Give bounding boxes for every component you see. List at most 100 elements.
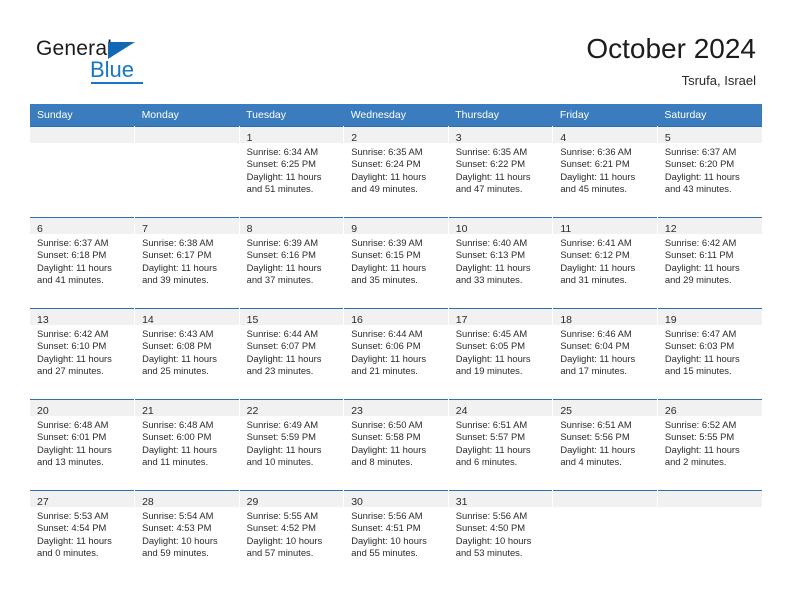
calendar-day-cell[interactable]: 21 Sunrise: 6:48 AM Sunset: 6:00 PM Dayligh… [134, 399, 240, 491]
day-details: Sunrise: 6:41 AM Sunset: 6:12 PM Daylight:… [553, 234, 657, 286]
calendar-day-cell[interactable]: 18 Sunrise: 6:46 AM Sunset: 6:04 PM Dayligh… [552, 308, 658, 400]
day-details: Sunrise: 6:35 AM Sunset: 6:24 PM Daylight:… [344, 143, 448, 195]
day-details: Sunrise: 6:47 AM Sunset: 6:03 PM Daylight:… [658, 325, 762, 377]
daylight-text-line1: Daylight: 11 hours [664, 261, 740, 273]
calendar-day-cell[interactable]: 4 Sunrise: 6:36 AM Sunset: 6:21 PM Daylight… [552, 126, 658, 218]
daylight-text-line2: and 23 minutes. [246, 364, 314, 376]
calendar-day-cell[interactable]: 23 Sunrise: 6:50 AM Sunset: 5:58 PM Dayligh… [343, 399, 449, 491]
sunrise-text: Sunrise: 6:37 AM [664, 146, 737, 157]
day-number-band: 1 [239, 127, 344, 144]
day-number-band: 4 [553, 127, 657, 144]
daylight-text-line1: Daylight: 11 hours [560, 443, 636, 455]
calendar-day-cell[interactable]: 16 Sunrise: 6:44 AM Sunset: 6:06 PM Dayligh… [343, 308, 449, 400]
daylight-text-line1: Daylight: 11 hours [351, 443, 427, 455]
calendar-day-cell[interactable]: 30 Sunrise: 5:56 AM Sunset: 4:51 PM Dayligh… [343, 490, 449, 581]
daylight-text-line2: and 37 minutes. [246, 273, 314, 285]
sunset-text: Sunset: 6:06 PM [351, 340, 421, 352]
calendar-day-cell-empty [552, 490, 658, 581]
calendar-day-cell[interactable]: 29 Sunrise: 5:55 AM Sunset: 4:52 PM Dayligh… [239, 490, 345, 581]
calendar-day-cell[interactable]: 9 Sunrise: 6:39 AM Sunset: 6:15 PM Daylight… [343, 217, 449, 309]
sunrise-text: Sunrise: 5:53 AM [37, 510, 109, 521]
daylight-text-line1: Daylight: 11 hours [246, 261, 322, 273]
weekday-header-saturday: Saturday [657, 104, 762, 127]
calendar-day-cell[interactable]: 13 Sunrise: 6:42 AM Sunset: 6:10 PM Dayligh… [30, 308, 136, 400]
sunrise-text: Sunrise: 6:42 AM [664, 237, 737, 248]
calendar-day-cell[interactable]: 8 Sunrise: 6:39 AM Sunset: 6:16 PM Daylight… [239, 217, 345, 309]
sunset-text: Sunset: 6:24 PM [351, 158, 421, 170]
calendar-day-cell[interactable]: 10 Sunrise: 6:40 AM Sunset: 6:13 PM Dayligh… [448, 217, 554, 309]
calendar-day-cell[interactable]: 22 Sunrise: 6:49 AM Sunset: 5:59 PM Dayligh… [239, 399, 345, 491]
sunset-text: Sunset: 6:01 PM [37, 431, 107, 443]
sunset-text: Sunset: 6:22 PM [455, 158, 526, 170]
day-number: 29 [246, 496, 259, 508]
calendar-day-cell[interactable]: 2 Sunrise: 6:35 AM Sunset: 6:24 PM Daylight… [343, 126, 449, 218]
sunset-text: Sunset: 6:04 PM [560, 340, 630, 352]
calendar-day-cell[interactable]: 11 Sunrise: 6:41 AM Sunset: 6:12 PM Dayligh… [552, 217, 658, 309]
day-number: 6 [37, 223, 43, 235]
calendar-day-cell[interactable]: 17 Sunrise: 6:45 AM Sunset: 6:05 PM Dayligh… [448, 308, 554, 400]
day-number-band: 21 [135, 400, 239, 417]
sunrise-text: Sunrise: 6:51 AM [560, 419, 632, 430]
day-number-band: 9 [344, 218, 448, 235]
day-number-band: 30 [344, 491, 448, 508]
day-number-band: 27 [30, 491, 135, 508]
daylight-text-line1: Daylight: 11 hours [455, 261, 531, 273]
calendar-day-cell[interactable]: 3 Sunrise: 6:35 AM Sunset: 6:22 PM Daylight… [448, 126, 554, 218]
calendar-day-cell[interactable]: 26 Sunrise: 6:52 AM Sunset: 5:55 PM Dayligh… [657, 399, 762, 491]
daylight-text-line2: and 17 minutes. [560, 364, 628, 376]
calendar-week-row: 20 Sunrise: 6:48 AM Sunset: 6:01 PM Dayligh… [30, 399, 762, 491]
calendar-day-cell[interactable]: 31 Sunrise: 5:56 AM Sunset: 4:50 PM Dayligh… [448, 490, 554, 581]
day-number-band: 23 [344, 400, 448, 417]
day-details: Sunrise: 6:52 AM Sunset: 5:55 PM Daylight:… [658, 416, 762, 468]
sunset-text: Sunset: 6:20 PM [664, 158, 735, 170]
calendar-day-cell[interactable]: 27 Sunrise: 5:53 AM Sunset: 4:54 PM Dayligh… [30, 490, 136, 581]
day-number: 21 [142, 405, 154, 417]
calendar-day-cell[interactable]: 1 Sunrise: 6:34 AM Sunset: 6:25 PM Daylight… [239, 126, 345, 218]
calendar-day-cell[interactable]: 15 Sunrise: 6:44 AM Sunset: 6:07 PM Dayligh… [239, 308, 345, 400]
daylight-text-line1: Daylight: 11 hours [455, 170, 531, 182]
title-block: October 2024 Tsrufa, Israel [586, 32, 756, 91]
sunrise-text: Sunrise: 6:52 AM [664, 419, 737, 430]
weekday-header-row: Sunday Monday Tuesday Wednesday Thursday… [30, 104, 762, 127]
sunrise-text: Sunrise: 6:49 AM [246, 419, 319, 430]
daylight-text-line2: and 55 minutes. [351, 546, 418, 558]
weekday-header-friday: Friday [552, 104, 658, 127]
day-details: Sunrise: 5:53 AM Sunset: 4:54 PM Daylight:… [30, 507, 134, 559]
calendar-day-cell[interactable]: 24 Sunrise: 6:51 AM Sunset: 5:57 PM Dayligh… [448, 399, 554, 491]
sunset-text: Sunset: 6:03 PM [664, 340, 735, 352]
day-details: Sunrise: 5:56 AM Sunset: 4:50 PM Daylight:… [449, 507, 553, 559]
daylight-text-line2: and 21 minutes. [351, 364, 418, 376]
daylight-text-line2: and 19 minutes. [455, 364, 523, 376]
calendar-day-cell[interactable]: 19 Sunrise: 6:47 AM Sunset: 6:03 PM Dayligh… [657, 308, 762, 400]
calendar-day-cell[interactable]: 6 Sunrise: 6:37 AM Sunset: 6:18 PM Daylight… [30, 217, 136, 309]
calendar-day-cell[interactable]: 20 Sunrise: 6:48 AM Sunset: 6:01 PM Dayligh… [30, 399, 136, 491]
daylight-text-line2: and 29 minutes. [664, 273, 732, 285]
sunrise-text: Sunrise: 6:35 AM [455, 146, 528, 157]
calendar-day-cell[interactable]: 25 Sunrise: 6:51 AM Sunset: 5:56 PM Dayligh… [552, 399, 658, 491]
general-blue-logo[interactable]: General Blue [36, 37, 276, 87]
sunrise-text: Sunrise: 6:51 AM [455, 419, 528, 430]
daylight-text-line2: and 49 minutes. [351, 182, 418, 194]
day-number-band: 20 [30, 400, 135, 417]
sunset-text: Sunset: 4:51 PM [351, 522, 421, 534]
day-number-band: 22 [239, 400, 344, 417]
day-number: 23 [351, 405, 363, 417]
daylight-text-line1: Daylight: 10 hours [455, 534, 532, 546]
daylight-text-line2: and 45 minutes. [560, 182, 628, 194]
calendar-day-cell[interactable]: 5 Sunrise: 6:37 AM Sunset: 6:20 PM Daylight… [657, 126, 762, 218]
calendar-day-cell[interactable]: 14 Sunrise: 6:43 AM Sunset: 6:08 PM Dayligh… [134, 308, 240, 400]
calendar-day-cell[interactable]: 28 Sunrise: 5:54 AM Sunset: 4:53 PM Dayligh… [134, 490, 240, 581]
calendar-day-cell[interactable]: 12 Sunrise: 6:42 AM Sunset: 6:11 PM Dayligh… [657, 217, 762, 309]
daylight-text-line1: Daylight: 11 hours [351, 170, 427, 182]
day-details: Sunrise: 6:46 AM Sunset: 6:04 PM Daylight:… [553, 325, 657, 377]
daylight-text-line1: Daylight: 11 hours [455, 443, 531, 455]
daylight-text-line1: Daylight: 11 hours [142, 261, 217, 273]
day-number: 8 [246, 223, 253, 235]
daylight-text-line2: and 43 minutes. [664, 182, 732, 194]
sunset-text: Sunset: 6:17 PM [142, 249, 212, 261]
calendar-day-cell[interactable]: 7 Sunrise: 6:38 AM Sunset: 6:17 PM Daylight… [134, 217, 240, 309]
daylight-text-line2: and 4 minutes. [560, 455, 622, 467]
day-number-band: 3 [448, 127, 553, 144]
sunrise-text: Sunrise: 5:56 AM [351, 510, 423, 521]
day-number-band [30, 127, 135, 143]
